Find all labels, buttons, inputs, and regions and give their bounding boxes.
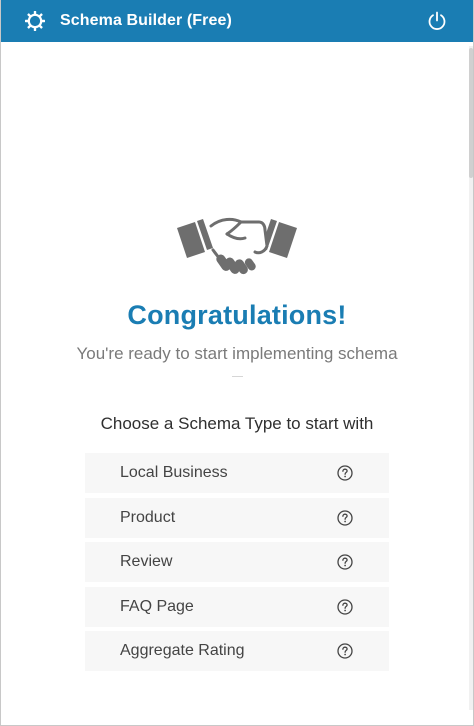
app-title: Schema Builder (Free) xyxy=(60,12,232,29)
gear-ring-icon xyxy=(23,9,47,33)
schema-type-product[interactable]: Product xyxy=(85,497,389,538)
divider xyxy=(232,376,243,377)
schema-type-review[interactable]: Review xyxy=(85,542,389,582)
hero-illustration xyxy=(1,208,473,278)
schema-type-label: Aggregate Rating xyxy=(120,642,245,659)
schema-type-aggregate-rating[interactable]: Aggregate Rating xyxy=(85,631,389,671)
help-circle-icon[interactable] xyxy=(337,465,353,481)
help-circle-icon[interactable] xyxy=(337,643,353,659)
schema-type-label: Product xyxy=(120,508,176,526)
schema-type-local-business[interactable]: Local Business xyxy=(85,453,389,493)
schema-type-label: Local Business xyxy=(120,464,228,481)
handshake-icon xyxy=(177,217,297,275)
power-icon[interactable] xyxy=(426,10,448,32)
congratulations-heading: Congratulations! xyxy=(127,300,347,330)
top-bar: Schema Builder (Free) xyxy=(1,0,473,42)
scrollbar-thumb[interactable] xyxy=(469,48,473,178)
help-circle-icon[interactable] xyxy=(337,509,353,526)
schema-type-heading: Choose a Schema Type to start with xyxy=(100,414,374,433)
help-circle-icon[interactable] xyxy=(337,598,353,615)
schema-type-label: FAQ Page xyxy=(120,597,194,615)
scrollbar[interactable] xyxy=(469,46,473,710)
app-window: Schema Builder (Free) Congratulations! Y… xyxy=(0,0,474,726)
help-circle-icon[interactable] xyxy=(337,554,353,570)
schema-type-faq-page[interactable]: FAQ Page xyxy=(85,586,389,627)
schema-type-list: Local Business Product Review FAQ Page A… xyxy=(85,453,389,676)
schema-type-label: Review xyxy=(120,553,173,570)
ready-subtitle: You're ready to start implementing schem… xyxy=(76,344,398,363)
